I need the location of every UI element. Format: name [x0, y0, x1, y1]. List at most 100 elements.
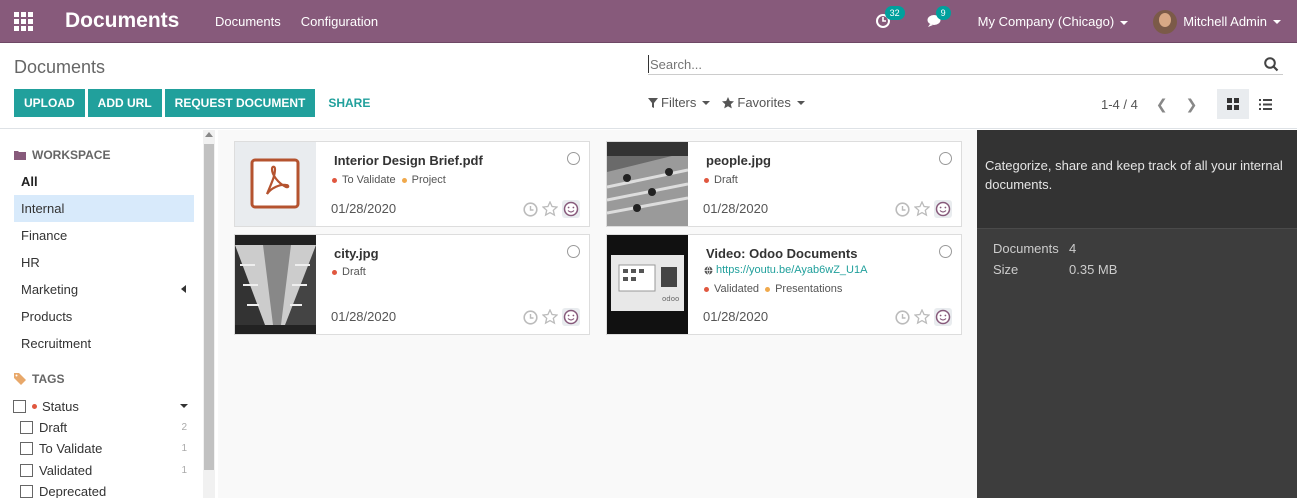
- globe-icon: [704, 265, 713, 275]
- card-select-radio[interactable]: [567, 245, 580, 258]
- tag-checkbox[interactable]: [20, 420, 33, 434]
- pager: 1-4 / 4 ❮ ❯: [1101, 96, 1197, 113]
- scrollbar-thumb[interactable]: [204, 144, 214, 470]
- list-view-button[interactable]: [1249, 89, 1281, 119]
- chevron-left-icon[interactable]: ❮: [1156, 96, 1168, 113]
- sidebar-item-hr[interactable]: HR: [14, 249, 194, 276]
- size-row: Size 0.35 MB: [993, 262, 1118, 277]
- card-tags: Validated Presentations: [704, 283, 848, 295]
- chevron-down-icon: [796, 100, 805, 105]
- sidebar-item-products[interactable]: Products: [14, 303, 194, 330]
- card-title[interactable]: people.jpg: [706, 153, 771, 168]
- card-date: 01/28/2020: [331, 309, 397, 324]
- document-card[interactable]: odoo Video: Odoo Documents https://youtu…: [606, 234, 962, 335]
- view-switcher: [1217, 89, 1281, 119]
- star-icon[interactable]: [542, 309, 558, 325]
- tag-item-validated[interactable]: Validated 1: [20, 460, 189, 480]
- upload-button[interactable]: UPLOAD: [14, 89, 85, 117]
- star-icon[interactable]: [914, 309, 930, 325]
- favorites-dropdown[interactable]: Favorites: [722, 95, 805, 110]
- grid-icon: [1227, 98, 1239, 110]
- image-thumbnail: [607, 142, 688, 226]
- app-title: Documents: [65, 9, 180, 32]
- search-input[interactable]: [648, 55, 1248, 73]
- tag-checkbox[interactable]: [20, 463, 33, 477]
- workspace-description: Categorize, share and keep track of all …: [977, 130, 1297, 229]
- star-icon: [722, 96, 735, 108]
- document-card[interactable]: people.jpg Draft 01/28/2020: [606, 141, 962, 227]
- tag-draft: Draft: [332, 266, 366, 278]
- card-select-radio[interactable]: [939, 152, 952, 165]
- sidebar-item-marketing[interactable]: Marketing: [14, 276, 194, 303]
- sidebar: WORKSPACE All Internal Finance HR Market…: [0, 130, 218, 498]
- avatar: [1153, 9, 1178, 34]
- tag-item-draft[interactable]: Draft 2: [20, 417, 189, 437]
- card-date: 01/28/2020: [703, 309, 769, 324]
- chevron-down-icon: [1273, 19, 1281, 24]
- tag-item-to-validate[interactable]: To Validate 1: [20, 438, 189, 458]
- search-options: Filters Favorites: [648, 95, 817, 110]
- messages-icon[interactable]: 9: [927, 5, 951, 30]
- kanban-view-button[interactable]: [1217, 89, 1249, 119]
- chevron-down-icon: [1120, 20, 1129, 25]
- card-title[interactable]: Interior Design Brief.pdf: [334, 153, 483, 168]
- action-buttons: UPLOAD ADD URL REQUEST DOCUMENT SHARE: [14, 89, 383, 117]
- caret-left-icon[interactable]: [181, 285, 186, 293]
- clock-icon[interactable]: [523, 309, 538, 325]
- filters-dropdown[interactable]: Filters: [648, 95, 711, 110]
- card-title[interactable]: city.jpg: [334, 246, 379, 261]
- star-icon[interactable]: [914, 201, 930, 217]
- menu-configuration[interactable]: Configuration: [301, 14, 378, 29]
- tag-checkbox[interactable]: [20, 441, 33, 455]
- star-icon[interactable]: [542, 201, 558, 217]
- chevron-down-icon: [702, 100, 711, 105]
- document-card[interactable]: city.jpg Draft 01/28/2020: [234, 234, 590, 335]
- card-select-radio[interactable]: [939, 245, 952, 258]
- clock-icon[interactable]: [523, 201, 538, 217]
- inspector-panel: Categorize, share and keep track of all …: [977, 130, 1297, 498]
- chevron-down-icon[interactable]: [180, 404, 188, 408]
- card-url-link[interactable]: https://youtu.be/Ayab6wZ_U1A: [704, 264, 867, 276]
- sidebar-item-finance[interactable]: Finance: [14, 222, 194, 249]
- list-icon: [1258, 98, 1272, 110]
- apps-menu-icon[interactable]: [0, 0, 46, 43]
- company-switcher[interactable]: My Company (Chicago): [978, 14, 1129, 29]
- smiley-icon[interactable]: [934, 200, 952, 218]
- sidebar-item-internal[interactable]: Internal: [14, 195, 194, 222]
- sidebar-item-all[interactable]: All: [14, 168, 194, 195]
- people-photo: [607, 142, 688, 226]
- user-menu[interactable]: Mitchell Admin: [1153, 9, 1281, 34]
- sidebar-item-recruitment[interactable]: Recruitment: [14, 330, 194, 357]
- scroll-up-icon[interactable]: [205, 132, 213, 137]
- tag-presentations: Presentations: [765, 283, 842, 295]
- document-card[interactable]: Interior Design Brief.pdf To Validate Pr…: [234, 141, 590, 227]
- card-select-radio[interactable]: [567, 152, 580, 165]
- video-screenshot: odoo: [607, 235, 688, 334]
- menu-documents[interactable]: Documents: [215, 14, 281, 29]
- clock-icon[interactable]: [895, 309, 910, 325]
- pager-value[interactable]: 1-4 / 4: [1101, 97, 1138, 112]
- folder-icon: [14, 151, 26, 160]
- add-url-button[interactable]: ADD URL: [87, 89, 162, 117]
- city-photo: [235, 245, 316, 325]
- smiley-icon[interactable]: [562, 308, 580, 326]
- chevron-right-icon[interactable]: ❯: [1186, 96, 1198, 113]
- card-title[interactable]: Video: Odoo Documents: [706, 246, 857, 261]
- smiley-icon[interactable]: [562, 200, 580, 218]
- smiley-icon[interactable]: [934, 308, 952, 326]
- tag-draft: Draft: [704, 174, 738, 186]
- status-checkbox[interactable]: [13, 399, 26, 413]
- tag-group-status[interactable]: Status: [13, 396, 189, 416]
- video-thumbnail: odoo: [607, 235, 688, 334]
- request-document-button[interactable]: REQUEST DOCUMENT: [164, 89, 316, 117]
- share-button[interactable]: SHARE: [318, 89, 380, 117]
- activity-badge: 32: [884, 5, 905, 20]
- tag-icon: [14, 373, 26, 385]
- tag-checkbox[interactable]: [20, 484, 33, 498]
- search-icon[interactable]: [1264, 57, 1279, 75]
- sidebar-scrollbar[interactable]: [203, 130, 215, 498]
- clock-icon[interactable]: [895, 201, 910, 217]
- activity-icon[interactable]: 32: [875, 5, 905, 30]
- tag-item-deprecated[interactable]: Deprecated: [20, 481, 189, 498]
- control-panel: Documents UPLOAD ADD URL REQUEST DOCUMEN…: [0, 43, 1297, 129]
